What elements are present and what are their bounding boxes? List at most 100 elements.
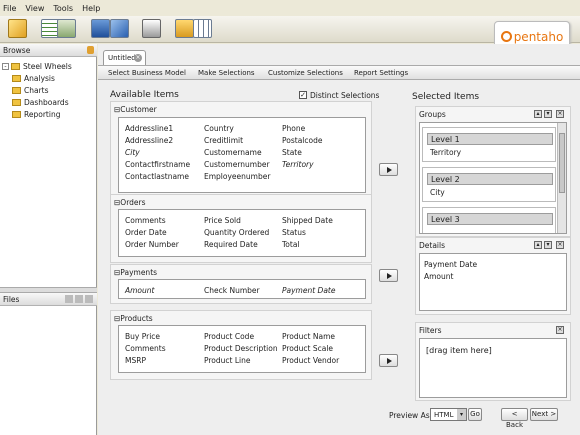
menu-view[interactable]: View <box>25 4 44 13</box>
file-delete-icon[interactable] <box>85 295 93 303</box>
next-button[interactable]: Next > <box>530 408 558 421</box>
remove-icon[interactable]: × <box>556 241 564 249</box>
step-make-selections[interactable]: Make Selections <box>198 69 255 77</box>
browse-refresh-icon[interactable] <box>87 46 94 54</box>
tree-item-analysis[interactable]: Analysis <box>12 74 55 83</box>
collapse-icon[interactable]: - <box>2 63 9 70</box>
field-item[interactable]: MSRP <box>125 356 146 365</box>
add-to-filters-button[interactable] <box>379 354 398 367</box>
field-item[interactable]: Phone <box>282 124 305 133</box>
folder-icon <box>12 75 21 82</box>
tree-root-label: Steel Wheels <box>23 62 72 71</box>
field-item[interactable]: Customernumber <box>204 160 270 169</box>
save-icon[interactable] <box>91 19 110 38</box>
tree-root[interactable]: - Steel Wheels <box>2 62 72 71</box>
step-report-settings[interactable]: Report Settings <box>354 69 408 77</box>
move-down-icon[interactable]: ▾ <box>544 110 552 118</box>
field-item[interactable]: Comments <box>125 344 166 353</box>
field-item[interactable]: Total <box>282 240 300 249</box>
open-file-icon[interactable] <box>57 19 76 38</box>
level-field[interactable]: Territory <box>430 148 461 157</box>
field-item[interactable]: Country <box>204 124 234 133</box>
distinct-checkbox[interactable]: ✓ <box>299 91 307 99</box>
file-edit-icon[interactable] <box>75 295 83 303</box>
field-item[interactable]: Order Date <box>125 228 167 237</box>
field-item[interactable]: Status <box>282 228 306 237</box>
field-item[interactable]: Amount <box>125 286 154 295</box>
menu-tools[interactable]: Tools <box>53 4 73 13</box>
tab-label: Untitled <box>108 54 136 62</box>
detail-item[interactable]: Amount <box>424 272 453 281</box>
level-field[interactable]: City <box>430 188 445 197</box>
groups-scrollbar[interactable] <box>557 123 566 233</box>
field-item[interactable]: Postalcode <box>282 136 322 145</box>
tree-item-charts[interactable]: Charts <box>12 86 49 95</box>
menu-help[interactable]: Help <box>82 4 100 13</box>
step-customize-selections[interactable]: Customize Selections <box>268 69 343 77</box>
field-item[interactable]: Product Line <box>204 356 251 365</box>
remove-icon[interactable]: × <box>556 326 564 334</box>
level-box[interactable]: Level 3 <box>422 207 556 233</box>
go-button[interactable]: Go <box>468 408 482 421</box>
add-to-details-button[interactable] <box>379 269 398 282</box>
field-item[interactable]: Product Name <box>282 332 335 341</box>
field-item[interactable]: Product Description <box>204 344 278 353</box>
field-item[interactable]: Comments <box>125 216 166 225</box>
level-box[interactable]: Level 2 City <box>422 167 556 202</box>
field-item[interactable]: Product Code <box>204 332 254 341</box>
folder-icon <box>11 63 20 70</box>
field-item[interactable]: Creditlimit <box>204 136 243 145</box>
field-item[interactable]: Customername <box>204 148 262 157</box>
groups-panel: Groups ▴ ▾ × Level 1 Territory Level 2 C… <box>415 106 571 237</box>
panel-title: Details <box>419 241 446 250</box>
tab-untitled[interactable]: Untitled × <box>103 50 146 65</box>
level-box[interactable]: Level 1 Territory <box>422 127 556 162</box>
field-item[interactable]: Price Sold <box>204 216 241 225</box>
move-up-icon[interactable]: ▴ <box>534 110 542 118</box>
publish-icon[interactable] <box>175 19 194 38</box>
remove-icon[interactable]: × <box>556 110 564 118</box>
level-name: Level 1 <box>427 133 553 145</box>
tab-close-icon[interactable]: × <box>134 54 142 62</box>
field-item[interactable]: Buy Price <box>125 332 160 341</box>
field-list: Addressline1 Country Phone Addressline2 … <box>118 117 366 193</box>
field-item[interactable]: Product Scale <box>282 344 333 353</box>
save-as-icon[interactable] <box>110 19 129 38</box>
folder-icon <box>12 87 21 94</box>
field-item[interactable]: Required Date <box>204 240 258 249</box>
field-item[interactable]: Contactlastname <box>125 172 189 181</box>
field-item[interactable]: Product Vendor <box>282 356 339 365</box>
field-item[interactable]: Order Number <box>125 240 179 249</box>
drop-placeholder: [drag item here] <box>426 346 492 355</box>
field-item[interactable]: Addressline1 <box>125 124 173 133</box>
field-item[interactable]: Check Number <box>204 286 260 295</box>
new-report-icon[interactable] <box>8 19 27 38</box>
groups-list: Level 1 Territory Level 2 City Level 3 <box>419 122 567 234</box>
tree-item-dashboards[interactable]: Dashboards <box>12 98 69 107</box>
file-action-icon[interactable] <box>65 295 73 303</box>
group-orders: ⊟Orders Comments Price Sold Shipped Date… <box>110 194 372 263</box>
menu-file[interactable]: File <box>3 4 16 13</box>
properties-icon[interactable] <box>193 19 212 38</box>
scroll-thumb[interactable] <box>559 133 565 193</box>
browse-header: Browse <box>0 44 97 57</box>
field-item[interactable]: Employeenumber <box>204 172 270 181</box>
field-item[interactable]: City <box>125 148 140 157</box>
field-item[interactable]: Shipped Date <box>282 216 333 225</box>
move-up-icon[interactable]: ▴ <box>534 241 542 249</box>
add-to-groups-button[interactable] <box>379 163 398 176</box>
move-down-icon[interactable]: ▾ <box>544 241 552 249</box>
back-button[interactable]: < Back <box>501 408 528 429</box>
field-item[interactable]: Payment Date <box>282 286 335 295</box>
field-item[interactable]: State <box>282 148 302 157</box>
field-item[interactable]: Territory <box>282 160 314 169</box>
field-item[interactable]: Quantity Ordered <box>204 228 269 237</box>
field-item[interactable]: Addressline2 <box>125 136 173 145</box>
tree-item-reporting[interactable]: Reporting <box>12 110 60 119</box>
filters-drop-zone[interactable]: [drag item here] <box>419 338 567 398</box>
print-icon[interactable] <box>142 19 161 38</box>
preview-format-select[interactable]: HTML ▾ <box>430 408 467 421</box>
step-select-business-model[interactable]: Select Business Model <box>108 69 186 77</box>
detail-item[interactable]: Payment Date <box>424 260 477 269</box>
field-item[interactable]: Contactfirstname <box>125 160 190 169</box>
